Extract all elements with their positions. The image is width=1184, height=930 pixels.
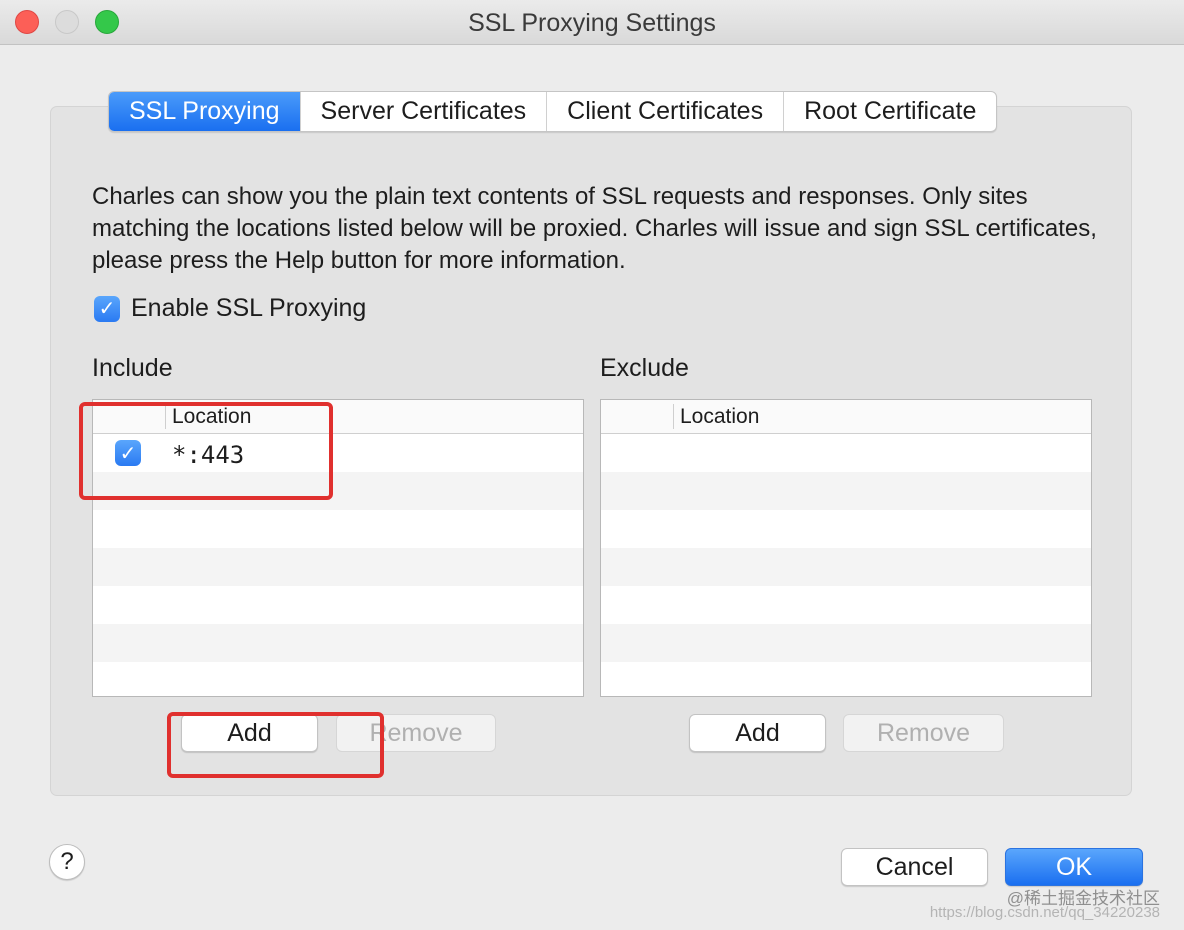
ok-button[interactable]: OK [1005, 848, 1143, 886]
enable-ssl-proxying-label: Enable SSL Proxying [131, 294, 367, 322]
enable-ssl-proxying-checkbox[interactable]: ✓ [94, 295, 120, 322]
exclude-table-header: Location [601, 400, 1091, 434]
window-title: SSL Proxying Settings [468, 9, 716, 37]
tab-client-certificates[interactable]: Client Certificates [547, 92, 785, 131]
table-row-empty [601, 510, 1091, 548]
table-row-empty [93, 586, 583, 624]
table-row-empty [601, 662, 1091, 696]
tab-root-certificate[interactable]: Root Certificate [784, 92, 996, 131]
table-row-empty [93, 510, 583, 548]
table-row-empty [93, 624, 583, 662]
description-text: Charles can show you the plain text cont… [92, 183, 1097, 274]
enable-ssl-proxying-row[interactable]: ✓ Enable SSL Proxying [94, 294, 366, 323]
table-row-empty [93, 662, 583, 696]
cancel-button[interactable]: Cancel [841, 848, 988, 886]
watermark-url: https://blog.csdn.net/qq_34220238 [929, 904, 1160, 921]
tab-server-certificates[interactable]: Server Certificates [301, 92, 548, 131]
title-bar: SSL Proxying Settings [0, 0, 1184, 45]
exclude-location-column-header[interactable]: Location [680, 405, 759, 429]
table-row-empty [601, 472, 1091, 510]
table-row-empty [93, 548, 583, 586]
table-row-empty [601, 624, 1091, 662]
help-button[interactable]: ? [49, 844, 85, 880]
column-separator [673, 404, 674, 429]
include-label: Include [92, 354, 173, 382]
table-row-empty [601, 548, 1091, 586]
table-row-empty [601, 434, 1091, 472]
exclude-remove-button[interactable]: Remove [843, 714, 1004, 752]
tab-bar: SSL Proxying Server Certificates Client … [108, 91, 998, 132]
exclude-table[interactable]: Location [600, 399, 1092, 697]
exclude-add-button[interactable]: Add [689, 714, 826, 752]
exclude-label: Exclude [600, 354, 689, 382]
include-row-highlight [79, 402, 333, 500]
checkmark-icon: ✓ [98, 298, 116, 320]
add-button-highlight [167, 712, 384, 778]
table-row-empty [601, 586, 1091, 624]
tab-ssl-proxying[interactable]: SSL Proxying [109, 92, 301, 131]
